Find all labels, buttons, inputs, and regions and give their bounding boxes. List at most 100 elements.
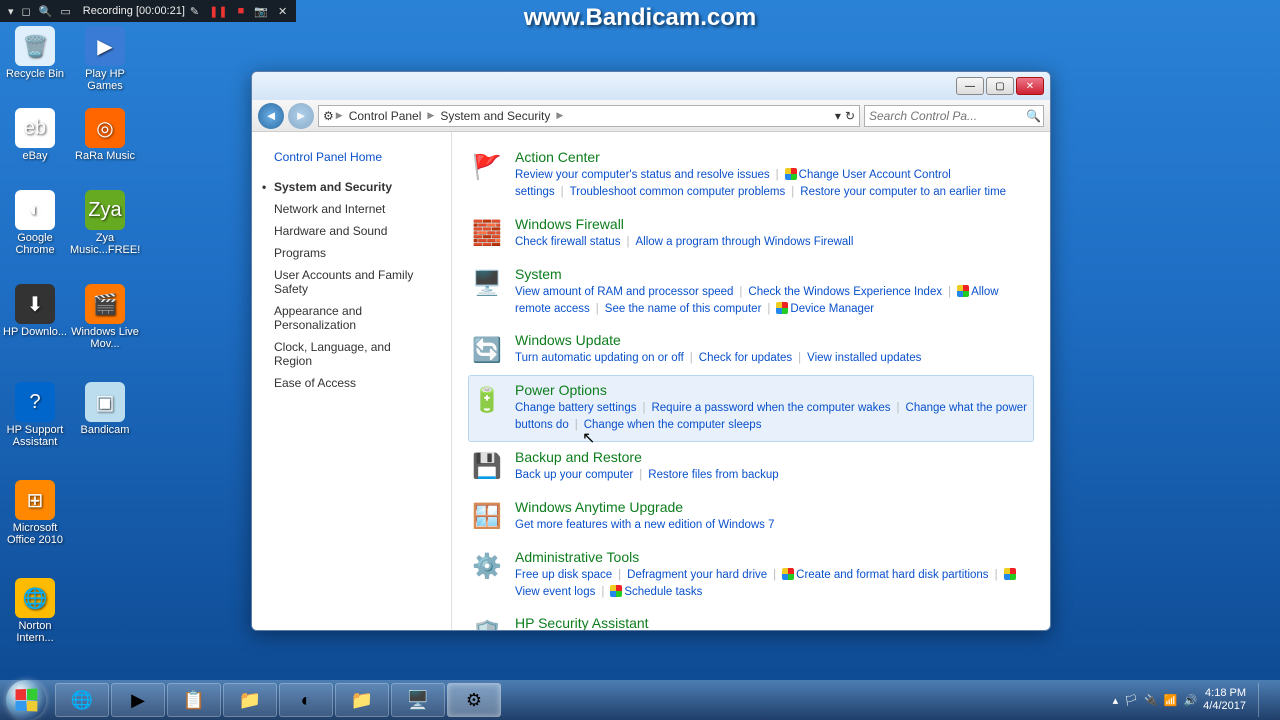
task-link[interactable]: Get more features with a new edition of … bbox=[515, 519, 775, 531]
desktop-icon[interactable]: ◎RaRa Music bbox=[70, 108, 140, 162]
bandicam-rect-icon[interactable]: ▭ bbox=[56, 5, 74, 18]
desktop-icon[interactable]: 🎬Windows Live Mov... bbox=[70, 284, 140, 350]
bandicam-dropdown-icon[interactable]: ▾ bbox=[4, 5, 18, 18]
sidebar-item[interactable]: Ease of Access bbox=[252, 372, 451, 394]
separator: | bbox=[770, 169, 785, 181]
tray-show-hidden-icon[interactable]: ▴ bbox=[1113, 694, 1119, 707]
taskbar-button[interactable]: 🖥️ bbox=[391, 683, 445, 717]
category-title[interactable]: Power Options bbox=[515, 382, 1033, 398]
task-link[interactable]: Check the Windows Experience Index bbox=[748, 286, 942, 298]
forward-button[interactable]: ► bbox=[288, 103, 314, 129]
task-link[interactable]: Review your computer's status and resolv… bbox=[515, 169, 770, 181]
tray-network-icon[interactable]: 📶 bbox=[1164, 694, 1178, 707]
taskbar-button[interactable]: 🌐 bbox=[55, 683, 109, 717]
category-title[interactable]: Windows Anytime Upgrade bbox=[515, 499, 1033, 515]
search-input[interactable] bbox=[869, 109, 1026, 123]
task-link[interactable]: Allow a program through Windows Firewall bbox=[635, 236, 853, 248]
sidebar-item[interactable]: Clock, Language, and Region bbox=[252, 336, 451, 372]
category-title[interactable]: HP Security Assistant bbox=[515, 615, 1033, 630]
desktop-icon-image: eb bbox=[15, 108, 55, 148]
category-title[interactable]: Windows Firewall bbox=[515, 216, 1033, 232]
task-link[interactable]: Require a password when the computer wak… bbox=[651, 402, 890, 414]
refresh-icon[interactable]: ↻ bbox=[845, 109, 855, 123]
bandicam-search-icon[interactable]: 🔍 bbox=[35, 5, 57, 18]
task-link[interactable]: Schedule tasks bbox=[624, 586, 702, 598]
sidebar-item[interactable]: Hardware and Sound bbox=[252, 220, 451, 242]
desktop-icon[interactable]: ⊞Microsoft Office 2010 bbox=[0, 480, 70, 546]
desktop-icon-label: HP Downlo... bbox=[0, 326, 70, 338]
category-title[interactable]: Administrative Tools bbox=[515, 549, 1033, 565]
desktop-icon[interactable]: ▶Play HP Games bbox=[70, 26, 140, 92]
desktop-icon[interactable]: 🌐Norton Intern... bbox=[0, 578, 70, 644]
task-link[interactable]: Restore your computer to an earlier time bbox=[800, 186, 1006, 198]
chevron-right-icon[interactable]: ▶ bbox=[554, 110, 565, 121]
task-link[interactable]: Check firewall status bbox=[515, 236, 620, 248]
chevron-right-icon[interactable]: ▶ bbox=[425, 110, 436, 121]
breadcrumb[interactable]: ⚙ ▶ Control Panel ▶ System and Security … bbox=[318, 105, 860, 127]
category-title[interactable]: Windows Update bbox=[515, 332, 1033, 348]
desktop-icon[interactable]: ▣Bandicam bbox=[70, 382, 140, 436]
task-link[interactable]: Device Manager bbox=[790, 303, 874, 315]
search-box[interactable]: 🔍 bbox=[864, 105, 1044, 127]
taskbar-button[interactable]: ▶ bbox=[111, 683, 165, 717]
bandicam-pause-icon[interactable]: ❚❚ bbox=[204, 5, 232, 18]
sidebar-item[interactable]: Programs bbox=[252, 242, 451, 264]
task-link[interactable]: View event logs bbox=[515, 586, 595, 598]
category-title[interactable]: Action Center bbox=[515, 149, 1033, 165]
taskbar-button[interactable]: 📁 bbox=[223, 683, 277, 717]
back-button[interactable]: ◄ bbox=[258, 103, 284, 129]
minimize-button[interactable]: — bbox=[956, 77, 984, 95]
category-title[interactable]: System bbox=[515, 266, 1033, 282]
system-tray[interactable]: ▴ 🏳 🔌 📶 🔊 4:18 PM 4/4/2017 bbox=[1113, 683, 1274, 717]
taskbar-button[interactable]: 📋 bbox=[167, 683, 221, 717]
category-title[interactable]: Backup and Restore bbox=[515, 449, 1033, 465]
task-link[interactable]: View installed updates bbox=[807, 352, 921, 364]
taskbar-button[interactable]: 📁 bbox=[335, 683, 389, 717]
tray-clock[interactable]: 4:18 PM 4/4/2017 bbox=[1203, 687, 1246, 713]
desktop-icon[interactable]: ⬇HP Downlo... bbox=[0, 284, 70, 338]
bandicam-target-icon[interactable]: ◻ bbox=[18, 5, 35, 18]
task-link[interactable]: Check for updates bbox=[699, 352, 792, 364]
bandicam-stop-icon[interactable]: ■ bbox=[233, 5, 250, 17]
task-link[interactable]: Turn automatic updating on or off bbox=[515, 352, 684, 364]
maximize-button[interactable]: ▢ bbox=[986, 77, 1014, 95]
start-button[interactable] bbox=[6, 680, 46, 720]
desktop-icon[interactable]: ?HP Support Assistant bbox=[0, 382, 70, 448]
chevron-right-icon[interactable]: ▶ bbox=[334, 110, 345, 121]
sidebar-item[interactable]: Network and Internet bbox=[252, 198, 451, 220]
tray-power-icon[interactable]: 🔌 bbox=[1144, 694, 1158, 707]
desktop-icon[interactable]: ZyaZya Music...FREE! bbox=[70, 190, 140, 256]
desktop-icon[interactable]: ebeBay bbox=[0, 108, 70, 162]
bandicam-close-icon[interactable]: ✕ bbox=[273, 5, 292, 18]
task-link[interactable]: Back up your computer bbox=[515, 469, 633, 481]
taskbar-button[interactable]: ⚙ bbox=[447, 683, 501, 717]
breadcrumb-dropdown-icon[interactable]: ▾ bbox=[835, 109, 841, 123]
task-link[interactable]: Restore files from backup bbox=[648, 469, 778, 481]
taskbar-button[interactable]: ◐ bbox=[279, 683, 333, 717]
sidebar-item[interactable]: Appearance and Personalization bbox=[252, 300, 451, 336]
task-link[interactable]: Free up disk space bbox=[515, 569, 612, 581]
task-link[interactable]: See the name of this computer bbox=[605, 303, 762, 315]
show-desktop-button[interactable] bbox=[1258, 683, 1270, 717]
task-link[interactable]: Defragment your hard drive bbox=[627, 569, 767, 581]
close-button[interactable]: ✕ bbox=[1016, 77, 1044, 95]
search-icon[interactable]: 🔍 bbox=[1026, 109, 1041, 123]
task-link[interactable]: Troubleshoot common computer problems bbox=[570, 186, 786, 198]
task-link[interactable]: Change battery settings bbox=[515, 402, 636, 414]
sidebar-item[interactable]: System and Security bbox=[252, 176, 451, 198]
desktop-icon[interactable]: ◐Google Chrome bbox=[0, 190, 70, 256]
breadcrumb-system-security[interactable]: System and Security bbox=[436, 109, 554, 123]
sidebar-item[interactable]: User Accounts and Family Safety bbox=[252, 264, 451, 300]
taskbar[interactable]: 🌐▶📋📁◐📁🖥️⚙ ▴ 🏳 🔌 📶 🔊 4:18 PM 4/4/2017 bbox=[0, 680, 1280, 720]
task-link[interactable]: Change when the computer sleeps bbox=[584, 419, 762, 431]
task-link[interactable]: View amount of RAM and processor speed bbox=[515, 286, 733, 298]
bandicam-pencil-icon[interactable]: ✎ bbox=[185, 5, 204, 18]
desktop-icon[interactable]: 🗑️Recycle Bin bbox=[0, 26, 70, 80]
sidebar-home[interactable]: Control Panel Home bbox=[252, 146, 451, 168]
tray-volume-icon[interactable]: 🔊 bbox=[1183, 694, 1197, 707]
bandicam-camera-icon[interactable]: 📷 bbox=[249, 5, 273, 18]
breadcrumb-control-panel[interactable]: Control Panel bbox=[345, 109, 426, 123]
task-link[interactable]: Create and format hard disk partitions bbox=[796, 569, 988, 581]
titlebar[interactable]: — ▢ ✕ bbox=[252, 72, 1050, 100]
tray-action-center-icon[interactable]: 🏳 bbox=[1124, 694, 1138, 707]
